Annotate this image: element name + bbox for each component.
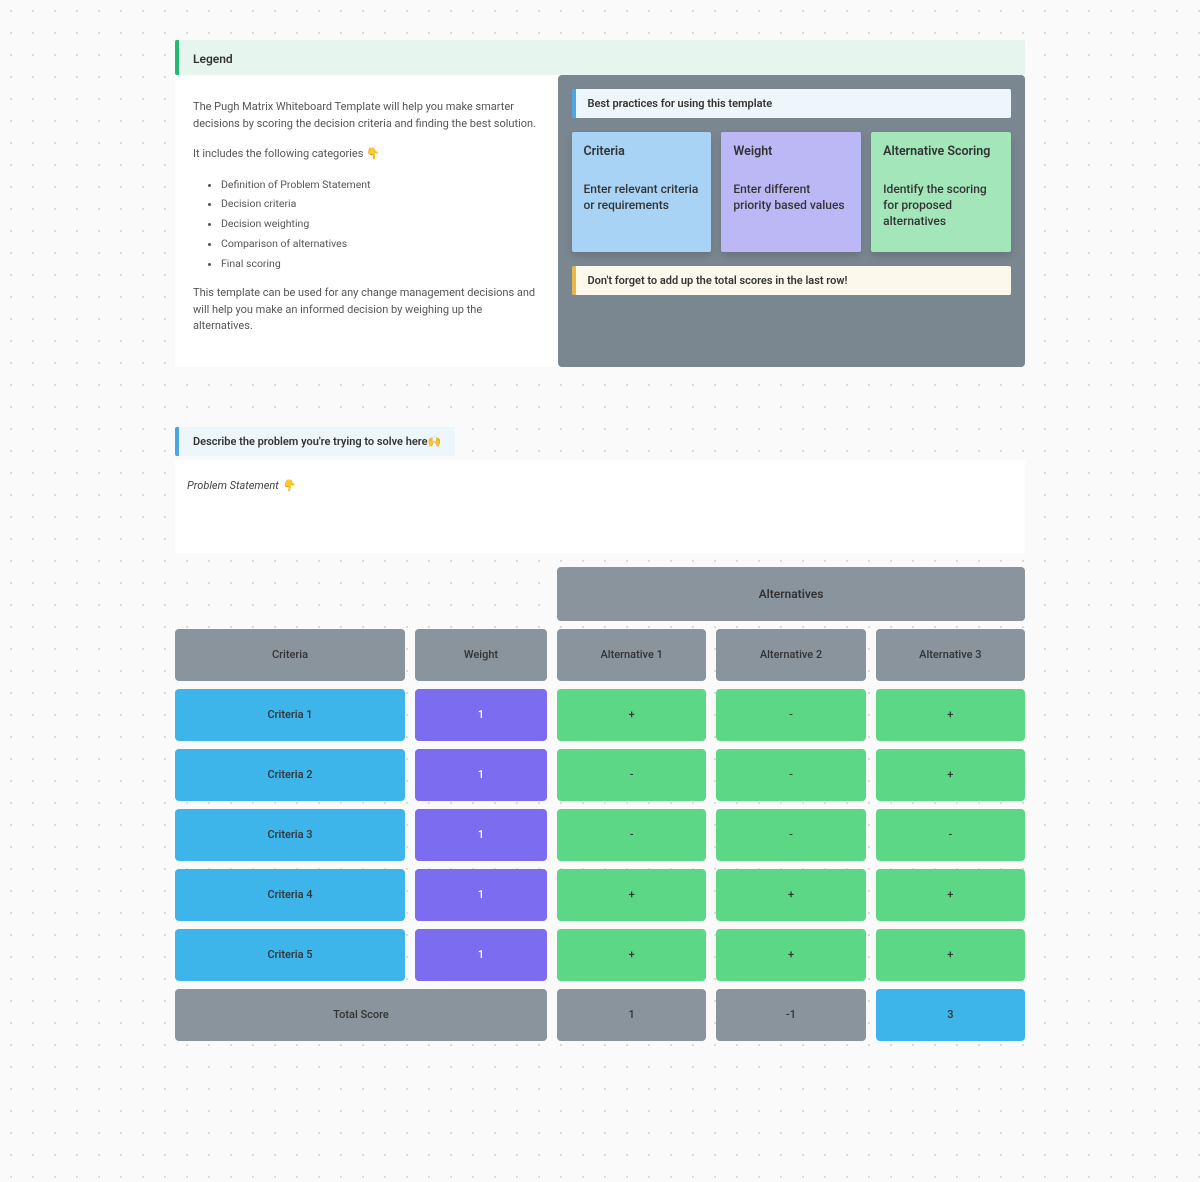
criteria-cell[interactable]: Criteria 3 — [175, 809, 405, 861]
weight-header[interactable]: Weight — [415, 629, 547, 681]
score-cell[interactable]: + — [716, 929, 865, 981]
legend-title: Legend — [193, 52, 233, 66]
score-cell[interactable]: + — [876, 749, 1025, 801]
score-cell[interactable]: - — [716, 689, 865, 741]
bp-card-weight[interactable]: Weight Enter different priority based va… — [721, 132, 861, 252]
description-intro: The Pugh Matrix Whiteboard Template will… — [193, 99, 540, 132]
matrix-row: Criteria 5 1 + + + — [175, 929, 1025, 981]
score-cell[interactable]: - — [716, 809, 865, 861]
score-cell[interactable]: - — [876, 809, 1025, 861]
legend-header: Legend — [175, 40, 1025, 75]
alt-header-2[interactable]: Alternative 2 — [716, 629, 865, 681]
bp-card-heading: Weight — [733, 144, 849, 159]
score-cell[interactable]: + — [876, 689, 1025, 741]
list-item: Definition of Problem Statement — [221, 177, 540, 193]
pugh-matrix: Alternatives Criteria Weight Alternative… — [175, 567, 1025, 1041]
spacer — [175, 567, 547, 621]
bp-card-heading: Criteria — [584, 144, 700, 159]
matrix-row: Criteria 4 1 + + + — [175, 869, 1025, 921]
matrix-header-row: Criteria Weight Alternative 1 Alternativ… — [175, 629, 1025, 681]
problem-statement-label: Problem Statement 👇 — [187, 479, 295, 492]
alt-header-1[interactable]: Alternative 1 — [557, 629, 706, 681]
weight-cell[interactable]: 1 — [415, 809, 547, 861]
description-outro: This template can be used for any change… — [193, 285, 540, 335]
matrix-total-row: Total Score 1 -1 3 — [175, 989, 1025, 1041]
score-cell[interactable]: + — [876, 869, 1025, 921]
bp-card-body: Enter different priority based values — [733, 181, 849, 213]
score-cell[interactable]: + — [557, 929, 706, 981]
score-cell[interactable]: - — [557, 809, 706, 861]
score-cell[interactable]: - — [557, 749, 706, 801]
top-row: The Pugh Matrix Whiteboard Template will… — [175, 75, 1025, 367]
score-cell[interactable]: + — [716, 869, 865, 921]
criteria-cell[interactable]: Criteria 5 — [175, 929, 405, 981]
whiteboard-canvas[interactable]: Legend The Pugh Matrix Whiteboard Templa… — [175, 40, 1025, 1041]
problem-section: Describe the problem you're trying to so… — [175, 427, 1025, 553]
bp-card-alt-scoring[interactable]: Alternative Scoring Identify the scoring… — [871, 132, 1011, 252]
list-item: Comparison of alternatives — [221, 236, 540, 252]
alt-header-3[interactable]: Alternative 3 — [876, 629, 1025, 681]
score-cell[interactable]: + — [557, 869, 706, 921]
criteria-cell[interactable]: Criteria 2 — [175, 749, 405, 801]
matrix-row: Criteria 1 1 + - + — [175, 689, 1025, 741]
bp-card-body: Enter relevant criteria or requirements — [584, 181, 700, 213]
best-practices-title: Best practices for using this template — [572, 89, 1012, 118]
best-practices-note: Don't forget to add up the total scores … — [572, 266, 1012, 295]
weight-cell[interactable]: 1 — [415, 869, 547, 921]
alternatives-header-row: Alternatives — [175, 567, 1025, 621]
problem-header: Describe the problem you're trying to so… — [175, 427, 455, 456]
description-panel[interactable]: The Pugh Matrix Whiteboard Template will… — [175, 75, 558, 367]
criteria-cell[interactable]: Criteria 4 — [175, 869, 405, 921]
criteria-header[interactable]: Criteria — [175, 629, 405, 681]
description-categories-list: Definition of Problem Statement Decision… — [193, 177, 540, 272]
bp-card-criteria[interactable]: Criteria Enter relevant criteria or requ… — [572, 132, 712, 252]
bp-card-heading: Alternative Scoring — [883, 144, 999, 159]
list-item: Decision weighting — [221, 216, 540, 232]
score-cell[interactable]: - — [716, 749, 865, 801]
weight-cell[interactable]: 1 — [415, 749, 547, 801]
score-cell[interactable]: + — [557, 689, 706, 741]
description-includes-label: It includes the following categories 👇 — [193, 146, 540, 163]
criteria-cell[interactable]: Criteria 1 — [175, 689, 405, 741]
best-practices-cards: Criteria Enter relevant criteria or requ… — [572, 132, 1012, 252]
matrix-row: Criteria 2 1 - - + — [175, 749, 1025, 801]
matrix-row: Criteria 3 1 - - - — [175, 809, 1025, 861]
total-label[interactable]: Total Score — [175, 989, 547, 1041]
list-item: Final scoring — [221, 256, 540, 272]
total-cell-best[interactable]: 3 — [876, 989, 1025, 1041]
bp-card-body: Identify the scoring for proposed altern… — [883, 181, 999, 230]
alternatives-header[interactable]: Alternatives — [557, 567, 1025, 621]
total-cell[interactable]: -1 — [716, 989, 865, 1041]
score-cell[interactable]: + — [876, 929, 1025, 981]
weight-cell[interactable]: 1 — [415, 929, 547, 981]
best-practices-panel[interactable]: Best practices for using this template C… — [558, 75, 1026, 367]
weight-cell[interactable]: 1 — [415, 689, 547, 741]
list-item: Decision criteria — [221, 196, 540, 212]
total-cell[interactable]: 1 — [557, 989, 706, 1041]
problem-statement-box[interactable]: Problem Statement 👇 — [175, 460, 1025, 553]
